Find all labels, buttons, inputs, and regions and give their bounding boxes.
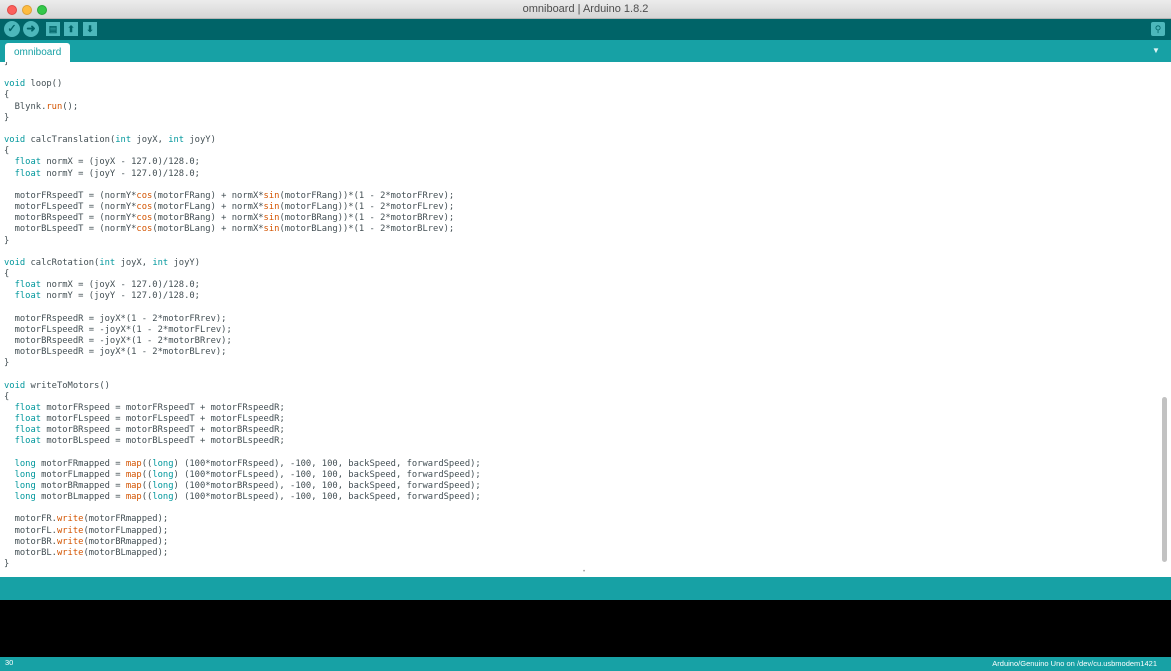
code-line: long motorFRmapped = map((long) (100*mot… — [14, 458, 481, 469]
code-line: float motorFRspeed = motorFRspeedT + mot… — [14, 402, 285, 413]
tab-bar: omniboard ▼ — [0, 40, 1171, 62]
console-output — [0, 600, 1171, 657]
code-line: void loop() — [4, 79, 63, 90]
verify-button[interactable]: ✓ — [4, 21, 20, 37]
code-line: motorFLspeedT = (normY*cos(motorFLang) +… — [14, 202, 455, 213]
code-line: motorBRspeedR = -joyX*(1 - 2*motorBRrev)… — [14, 335, 232, 346]
code-editor[interactable]: } void loop() { Blynk.run(); } void calc… — [0, 62, 1171, 574]
arrow-down-icon: ⬇ — [86, 24, 94, 34]
code-line: { — [4, 146, 10, 157]
code-line: float motorFLspeed = motorFLspeedT + mot… — [14, 414, 285, 424]
code-line: motorFL.write(motorFLmapped); — [14, 525, 169, 536]
code-line: motorFRspeedR = joyX*(1 - 2*motorFRrev); — [14, 313, 227, 324]
code-line: float normX = (joyX - 127.0)/128.0; — [14, 280, 200, 291]
code-line: } — [4, 62, 10, 67]
code-line: float motorBRspeed = motorBRspeedT + mot… — [14, 425, 285, 436]
arrow-up-icon: ⬆ — [67, 24, 75, 34]
code-text[interactable]: } void loop() { Blynk.run(); } void calc… — [4, 62, 481, 570]
code-line: } — [4, 112, 10, 123]
code-line: motorBLspeedT = (normY*cos(motorBLang) +… — [14, 224, 455, 235]
message-bar — [0, 577, 1171, 600]
chevron-down-icon: ▼ — [1152, 46, 1160, 55]
code-line: } — [4, 235, 10, 246]
serial-monitor-button[interactable]: ⚲ — [1151, 22, 1165, 36]
magnifier-icon: ⚲ — [1154, 24, 1162, 34]
code-line: void calcTranslation(int joyX, int joyY) — [4, 135, 216, 146]
code-line: { — [4, 90, 10, 101]
check-icon: ✓ — [7, 23, 17, 35]
code-line: long motorFLmapped = map((long) (100*mot… — [14, 469, 481, 480]
divider-handle-icon[interactable]: • — [583, 569, 587, 575]
code-line: { — [4, 268, 10, 279]
code-line: void writeToMotors() — [4, 380, 110, 391]
window-title: omniboard | Arduino 1.8.2 — [522, 3, 649, 15]
new-file-icon: ▤ — [48, 24, 58, 34]
code-line: Blynk.run(); — [14, 101, 79, 112]
code-line: motorBL.write(motorBLmapped); — [14, 547, 169, 558]
tab-omniboard[interactable]: omniboard — [5, 43, 71, 62]
code-line: float motorBLspeed = motorBLspeedT + mot… — [14, 436, 285, 447]
code-line: motorFRspeedT = (normY*cos(motorFRang) +… — [14, 190, 455, 201]
title-bar: omniboard | Arduino 1.8.2 — [0, 0, 1171, 19]
arrow-right-icon: ➜ — [26, 23, 36, 35]
code-line: motorFLspeedR = -joyX*(1 - 2*motorFLrev)… — [14, 324, 232, 335]
open-button[interactable]: ⬆ — [64, 22, 78, 36]
code-line: void calcRotation(int joyX, int joyY) — [4, 257, 200, 268]
editor-scrollbar[interactable] — [1162, 397, 1167, 562]
code-line: float normX = (joyX - 127.0)/128.0; — [14, 157, 200, 168]
toolbar: ✓ ➜ ▤ ⬆ ⬇ ⚲ — [0, 19, 1171, 40]
save-button[interactable]: ⬇ — [83, 22, 97, 36]
code-line: long motorBLmapped = map((long) (100*mot… — [14, 492, 481, 503]
code-line: motorFR.write(motorFRmapped); — [14, 514, 169, 525]
code-line: float normY = (joyY - 127.0)/128.0; — [14, 168, 200, 179]
code-line: motorBRspeedT = (normY*cos(motorBRang) +… — [14, 213, 455, 224]
status-footer: 30 Arduino/Genuino Uno on /dev/cu.usbmod… — [0, 657, 1171, 671]
code-line: { — [4, 391, 10, 402]
code-line: float normY = (joyY - 127.0)/128.0; — [14, 291, 200, 302]
code-line: motorBR.write(motorBRmapped); — [14, 536, 169, 547]
new-button[interactable]: ▤ — [46, 22, 60, 36]
upload-button[interactable]: ➜ — [23, 21, 39, 37]
code-line: } — [4, 559, 10, 570]
board-port-info: Arduino/Genuino Uno on /dev/cu.usbmodem1… — [992, 659, 1157, 668]
code-line: motorBLspeedR = joyX*(1 - 2*motorBLrev); — [14, 347, 227, 358]
code-line: long motorBRmapped = map((long) (100*mot… — [14, 480, 481, 491]
line-number: 30 — [5, 658, 14, 667]
tab-menu-button[interactable]: ▼ — [1150, 45, 1162, 57]
code-line: } — [4, 358, 10, 369]
